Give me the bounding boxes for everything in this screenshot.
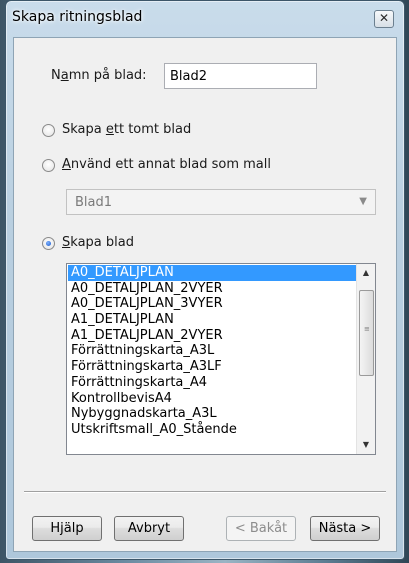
chevron-down-icon: ▼ [359, 196, 367, 207]
sheet-template-items: A0_DETALJPLAN A0_DETALJPLAN_2VYER A0_DETAL… [68, 265, 356, 438]
list-item[interactable]: Förrättningskarta_A3L [68, 343, 356, 359]
list-item[interactable]: A1_DETALJPLAN_2VYER [68, 328, 356, 344]
next-button[interactable]: Nästa > [310, 516, 380, 541]
next-button-label: Nästa > [318, 521, 372, 536]
list-scrollbar[interactable]: ▲ ≡ ▼ [356, 264, 375, 454]
name-label: Namn på blad: [51, 68, 147, 83]
close-button[interactable]: ✕ [374, 10, 394, 28]
back-button-label: < Bakåt [234, 521, 288, 536]
list-item[interactable]: A0_DETALJPLAN [68, 265, 356, 281]
divider [24, 491, 386, 493]
list-item[interactable]: KontrollbevisA4 [68, 391, 356, 407]
radio-create-sheet-label[interactable]: Skapa blad [62, 235, 134, 250]
arrow-up-icon: ▲ [362, 268, 370, 277]
help-button-label: Hjälp [50, 521, 84, 536]
back-button[interactable]: < Bakåt [226, 516, 296, 541]
sheet-template-list[interactable]: A0_DETALJPLAN A0_DETALJPLAN_2VYER A0_DETAL… [66, 263, 376, 455]
scroll-down-button[interactable]: ▼ [357, 436, 375, 453]
scroll-up-button[interactable]: ▲ [357, 264, 375, 281]
list-item[interactable]: Utskriftsmall_A0_Stående [68, 422, 356, 438]
dialog-window: Skapa ritningsblad ✕ Namn på blad: Skapa… [5, 0, 405, 560]
grip-icon: ≡ [364, 325, 370, 333]
cancel-button[interactable]: Avbryt [114, 516, 184, 541]
list-item[interactable]: Nybyggnadskarta_A3L [68, 406, 356, 422]
radio-empty-sheet-label[interactable]: Skapa ett tomt blad [62, 122, 191, 137]
radio-create-sheet[interactable] [42, 237, 55, 250]
radio-use-template-label[interactable]: Använd ett annat blad som mall [62, 157, 271, 172]
list-item[interactable]: Förrättningskarta_A4 [68, 375, 356, 391]
list-item[interactable]: A1_DETALJPLAN [68, 312, 356, 328]
list-item[interactable]: Förrättningskarta_A3LF [68, 359, 356, 375]
template-sheet-dropdown[interactable]: Blad1 ▼ [66, 189, 376, 215]
arrow-down-icon: ▼ [362, 440, 370, 449]
radio-use-template[interactable] [42, 159, 55, 172]
help-button[interactable]: Hjälp [32, 516, 102, 541]
title-bar[interactable]: Skapa ritningsblad ✕ [6, 1, 404, 37]
name-input[interactable] [164, 63, 317, 89]
cancel-button-label: Avbryt [127, 521, 171, 536]
scroll-thumb[interactable]: ≡ [359, 290, 374, 376]
radio-empty-sheet[interactable] [42, 124, 55, 137]
list-item[interactable]: A0_DETALJPLAN_2VYER [68, 281, 356, 297]
close-icon: ✕ [378, 11, 390, 25]
dialog-content: Namn på blad: Skapa ett tomt blad Använd… [13, 37, 397, 552]
template-sheet-value: Blad1 [75, 195, 113, 210]
dialog-title: Skapa ritningsblad [12, 9, 143, 25]
list-item[interactable]: A0_DETALJPLAN_3VYER [68, 296, 356, 312]
